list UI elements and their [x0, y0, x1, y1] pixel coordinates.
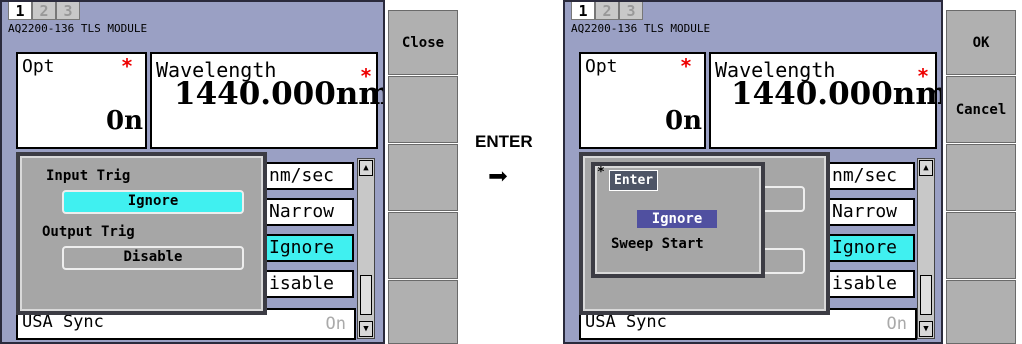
- module-title: AQ2200-136 TLS MODULE: [8, 22, 148, 35]
- row-input-trig[interactable]: Ignore: [827, 234, 915, 262]
- usa-sync-value: On: [325, 314, 346, 334]
- side-key-2[interactable]: [388, 76, 458, 143]
- tab-1[interactable]: 1: [8, 2, 32, 20]
- enter-popup: * Enter Ignore Sweep Start: [591, 162, 765, 278]
- opt-value: 0n: [106, 106, 143, 136]
- row-input-trig[interactable]: Ignore: [264, 234, 354, 262]
- ok-button[interactable]: OK: [946, 10, 1016, 75]
- scrollbar[interactable]: ▲ ▼: [357, 158, 375, 339]
- popup-title: Enter: [609, 170, 659, 191]
- opt-label: Opt: [22, 56, 55, 77]
- row-output-trig[interactable]: isable: [827, 270, 915, 298]
- output-trig-select[interactable]: Disable: [62, 246, 244, 270]
- wavelength-panel[interactable]: Wavelength * 1440.000nm: [709, 52, 941, 149]
- cancel-button[interactable]: Cancel: [946, 76, 1016, 143]
- tab-2[interactable]: 2: [595, 2, 619, 20]
- opt-star-icon: *: [121, 54, 134, 78]
- scroll-thumb[interactable]: [360, 275, 372, 315]
- output-trig-label: Output Trig: [42, 224, 135, 240]
- side-key-5[interactable]: [946, 280, 1016, 344]
- module-title: AQ2200-136 TLS MODULE: [571, 22, 711, 35]
- tab-1[interactable]: 1: [571, 2, 595, 20]
- side-key-4[interactable]: [388, 212, 458, 279]
- row-speed[interactable]: nm/sec: [827, 162, 915, 190]
- tab-2[interactable]: 2: [32, 2, 56, 20]
- right-screen: 1 2 3 AQ2200-136 TLS MODULE Opt * 0n Wav…: [563, 0, 943, 344]
- option-sweep-start[interactable]: Sweep Start: [611, 236, 704, 252]
- enter-caption: ENTER: [475, 132, 533, 151]
- wavelength-value: 1440.000nm: [174, 76, 385, 112]
- scroll-down-icon[interactable]: ▼: [919, 321, 933, 337]
- page-tabs: 1 2 3: [571, 2, 643, 20]
- trigger-dialog: Input Trig Ignore Output Trig Disable: [16, 152, 267, 315]
- input-trig-label: Input Trig: [46, 168, 131, 184]
- page-tabs: 1 2 3: [8, 2, 80, 20]
- right-arrow-icon: ➡: [488, 157, 509, 197]
- input-trig-select[interactable]: Ignore: [62, 190, 244, 214]
- tab-3[interactable]: 3: [56, 2, 80, 20]
- opt-star-icon: *: [680, 54, 693, 78]
- scrollbar[interactable]: ▲ ▼: [917, 158, 935, 339]
- scroll-up-icon[interactable]: ▲: [919, 160, 933, 176]
- scroll-thumb[interactable]: [920, 275, 932, 315]
- scroll-up-icon[interactable]: ▲: [359, 160, 373, 176]
- opt-panel[interactable]: Opt * 0n: [579, 52, 706, 149]
- row-speed[interactable]: nm/sec: [264, 162, 354, 190]
- usa-sync-label: USA Sync: [585, 312, 667, 332]
- side-key-3[interactable]: [388, 144, 458, 211]
- side-key-5[interactable]: [388, 280, 458, 344]
- scroll-down-icon[interactable]: ▼: [359, 321, 373, 337]
- usa-sync-value: On: [886, 314, 907, 334]
- left-screen: 1 2 3 AQ2200-136 TLS MODULE Opt * 0n Wav…: [0, 0, 385, 344]
- opt-label: Opt: [585, 56, 618, 77]
- side-key-3[interactable]: [946, 144, 1016, 211]
- row-linewidth[interactable]: Narrow: [264, 198, 354, 226]
- wavelength-panel[interactable]: Wavelength * 1440.000nm: [150, 52, 383, 149]
- tab-3[interactable]: 3: [619, 2, 643, 20]
- opt-value: 0n: [665, 106, 702, 136]
- wavelength-value: 1440.000nm: [731, 76, 943, 112]
- side-key-4[interactable]: [946, 212, 1016, 279]
- opt-panel[interactable]: Opt * 0n: [16, 52, 147, 149]
- row-linewidth[interactable]: Narrow: [827, 198, 915, 226]
- popup-mark: *: [597, 165, 605, 180]
- option-ignore[interactable]: Ignore: [637, 210, 717, 228]
- usa-sync-label: USA Sync: [22, 312, 104, 332]
- row-output-trig[interactable]: isable: [264, 270, 354, 298]
- close-button[interactable]: Close: [388, 10, 458, 75]
